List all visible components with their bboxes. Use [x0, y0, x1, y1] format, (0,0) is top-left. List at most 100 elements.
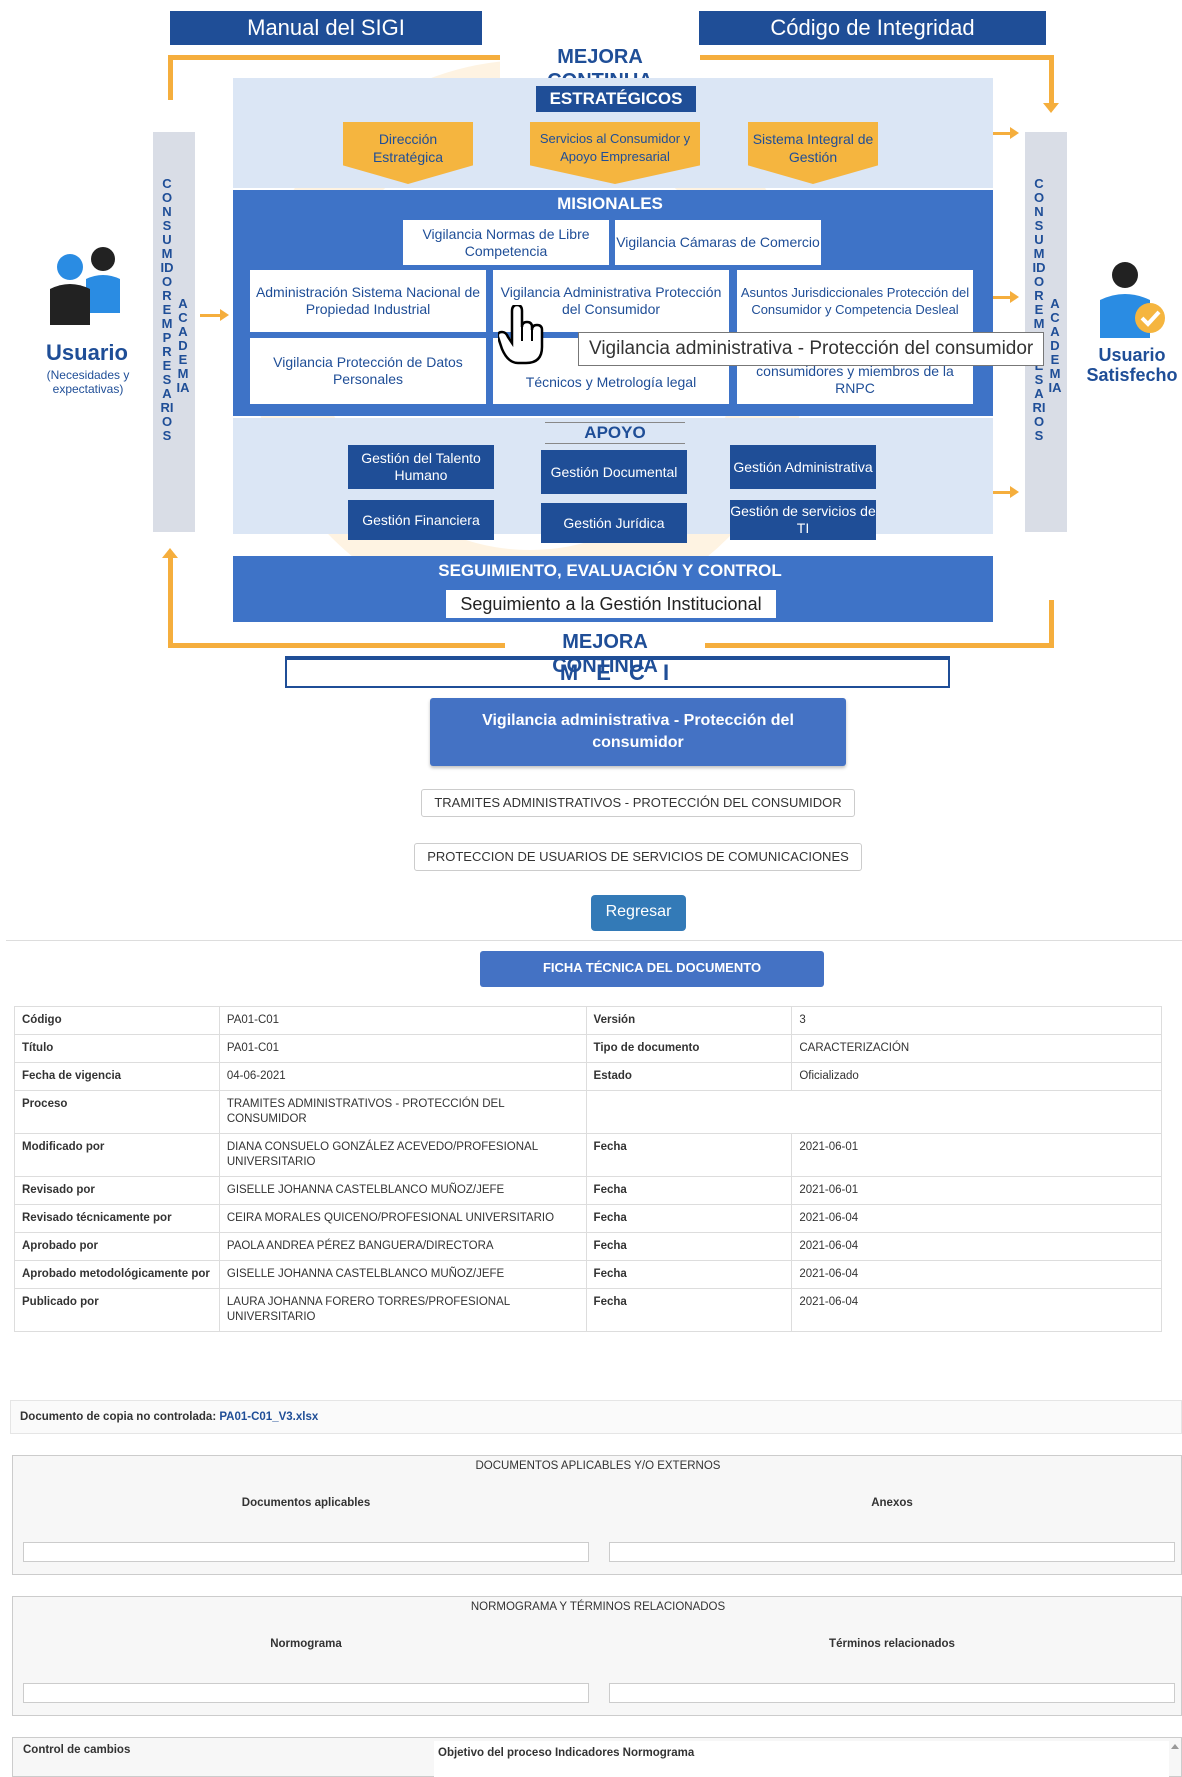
left-side-text: CONSUMIDOR EMPRESARIOS	[160, 176, 174, 443]
selected-process-button[interactable]: Vigilancia administrativa - Protección d…	[430, 698, 846, 766]
row-date: 2021-06-04	[791, 1204, 1162, 1233]
arrow-right-3	[990, 491, 1012, 494]
terminos-field[interactable]	[609, 1683, 1175, 1703]
fecha-label: Fecha	[585, 1133, 793, 1177]
arrow-right-2-head	[1010, 291, 1019, 303]
copia-download-link[interactable]: PA01-C01_V3.xlsx	[219, 1411, 318, 1423]
table-row: Aprobado por PAOLA ANDREA PÉREZ BANGUERA…	[14, 1232, 1162, 1261]
fecha-label: Fecha	[585, 1204, 793, 1233]
table-row: Revisado por GISELLE JOHANNA CASTELBLANC…	[14, 1176, 1162, 1205]
process-seguimiento-gestion[interactable]: Seguimiento a la Gestión Institucional	[446, 590, 776, 618]
row-label: Revisado técnicamente por	[14, 1204, 220, 1233]
codigo-value: PA01-C01	[218, 1006, 587, 1035]
process-servicios-ti[interactable]: Gestión de servicios de TI	[730, 500, 876, 540]
row-date: 2021-06-01	[791, 1176, 1162, 1205]
titulo-value: PA01-C01	[218, 1034, 587, 1063]
copia-label: Documento de copia no controlada:	[20, 1411, 217, 1423]
tipo-label: Tipo de documento	[585, 1034, 793, 1063]
row-label: Aprobado por	[14, 1232, 220, 1261]
ficha-tecnica-button[interactable]: FICHA TÉCNICA DEL DOCUMENTO	[480, 951, 824, 987]
scroll-up-icon[interactable]	[1171, 1744, 1179, 1749]
table-row: Modificado por DIANA CONSUELO GONZÁLEZ A…	[14, 1133, 1162, 1177]
fecha-label: Fecha	[585, 1260, 793, 1289]
estrategicos-title: ESTRATÉGICOS	[536, 86, 696, 112]
tramites-admin-button[interactable]: TRAMITES ADMINISTRATIVOS - PROTECCIÓN DE…	[421, 789, 855, 817]
table-row: Proceso TRAMITES ADMINISTRATIVOS - PROTE…	[14, 1090, 1163, 1134]
process-camaras-comercio[interactable]: Vigilancia Cámaras de Comercio	[615, 220, 821, 265]
user-left-label: Usuario	[46, 340, 128, 365]
fecha-vigencia-label: Fecha de vigencia	[14, 1062, 220, 1091]
arrow-left-in-head	[220, 309, 229, 321]
proteccion-usuarios-button[interactable]: PROTECCION DE USUARIOS DE SERVICIOS DE C…	[414, 843, 862, 871]
seguimiento-title: SEGUIMIENTO, EVALUACIÓN Y CONTROL	[438, 561, 782, 580]
process-gestion-administrativa[interactable]: Gestión Administrativa	[730, 445, 876, 489]
documentos-aplicables-field[interactable]	[23, 1542, 589, 1562]
control-tabs-text[interactable]: Objetivo del proceso Indicadores Normogr…	[434, 1741, 1169, 1777]
process-libre-competencia[interactable]: Vigilancia Normas de Libre Competencia	[403, 220, 609, 265]
estado-value: Oficializado	[791, 1062, 1162, 1091]
loop-right-arrow	[1043, 103, 1059, 113]
user-right-icon	[1100, 260, 1170, 340]
documentos-panel-title: DOCUMENTOS APLICABLES Y/O EXTERNOS	[475, 1460, 721, 1472]
loop-right-line-bottom	[1049, 600, 1054, 647]
row-value: GISELLE JOHANNA CASTELBLANCO MUÑOZ/JEFE	[218, 1260, 587, 1289]
process-gestion-documental[interactable]: Gestión Documental	[541, 450, 687, 494]
row-label: Publicado por	[14, 1288, 220, 1332]
manual-sigi-link[interactable]: Manual del SIGI	[170, 11, 482, 45]
user-left-sub: (Necesidades y expectativas)	[46, 368, 130, 396]
loop-left-line-bottom	[168, 555, 173, 647]
loop-left-arrow	[162, 548, 178, 558]
process-gestion-juridica[interactable]: Gestión Jurídica	[541, 503, 687, 543]
ficha-table: Código PA01-C01 Versión 3 Título PA01-C0…	[14, 1006, 1163, 1332]
process-datos-personales[interactable]: Vigilancia Protección de Datos Personale…	[250, 338, 486, 404]
control-cambios-label: Control de cambios	[23, 1744, 131, 1756]
version-value: 3	[791, 1006, 1162, 1035]
tipo-value: CARACTERIZACIÓN	[791, 1034, 1162, 1063]
arrow-right-3-head	[1010, 486, 1019, 498]
table-row: Revisado técnicamente por CEIRA MORALES …	[14, 1204, 1162, 1233]
table-row: Aprobado metodológicamente por GISELLE J…	[14, 1260, 1162, 1289]
row-value: LAURA JOHANNA FORERO TORRES/PROFESIONAL …	[218, 1288, 587, 1332]
row-date: 2021-06-04	[791, 1260, 1162, 1289]
right-side-text-2: ACADEMIA	[1048, 296, 1062, 395]
process-asuntos-jurisdiccionales[interactable]: Asuntos Jurisdiccionales Protección del …	[737, 270, 973, 332]
apoyo-title: APOYO	[545, 422, 685, 444]
version-label: Versión	[585, 1006, 793, 1035]
row-value: CEIRA MORALES QUICENO/PROFESIONAL UNIVER…	[218, 1204, 587, 1233]
titulo-label: Título	[14, 1034, 220, 1063]
process-tooltip: Vigilancia administrativa - Protección d…	[578, 332, 1045, 366]
table-row: Título PA01-C01 Tipo de documento CARACT…	[14, 1034, 1162, 1063]
terminos-header: Términos relacionados	[829, 1638, 955, 1650]
codigo-integridad-link[interactable]: Código de Integridad	[699, 11, 1046, 45]
regresar-button[interactable]: Regresar	[591, 895, 686, 931]
fecha-label: Fecha	[585, 1232, 793, 1261]
normograma-header: Normograma	[270, 1638, 342, 1650]
row-date: 2021-06-01	[791, 1133, 1162, 1177]
row-value: DIANA CONSUELO GONZÁLEZ ACEVEDO/PROFESIO…	[218, 1133, 587, 1177]
row-value: PAOLA ANDREA PÉREZ BANGUERA/DIRECTORA	[218, 1232, 587, 1261]
hand-cursor-icon	[496, 303, 548, 365]
proceso-label: Proceso	[14, 1090, 220, 1134]
normograma-field[interactable]	[23, 1683, 589, 1703]
table-row: Fecha de vigencia 04-06-2021 Estado Ofic…	[14, 1062, 1162, 1091]
left-side-text-2: ACADEMIA	[176, 296, 190, 395]
process-propiedad-industrial[interactable]: Administración Sistema Nacional de Propi…	[250, 270, 486, 332]
documentos-aplicables-header: Documentos aplicables	[241, 1497, 371, 1509]
misionales-title: MISIONALES	[557, 194, 663, 213]
empty-cell	[585, 1090, 1163, 1134]
anexos-field[interactable]	[609, 1542, 1175, 1562]
user-left-icon	[48, 245, 128, 325]
arrow-right-1	[990, 132, 1012, 135]
meci-bar[interactable]: M E C I	[285, 656, 950, 688]
fecha-label: Fecha	[585, 1176, 793, 1205]
loop-right-line-top	[1049, 55, 1054, 105]
row-label: Modificado por	[14, 1133, 220, 1177]
left-side-column: CONSUMIDOR EMPRESARIOS ACADEMIA	[153, 132, 195, 532]
user-right-label: Usuario Satisfecho	[1086, 345, 1178, 385]
right-side-text: CONSUMIDOR EMPRESARIOS	[1032, 176, 1046, 443]
process-gestion-financiera[interactable]: Gestión Financiera	[348, 500, 494, 540]
table-row: Publicado por LAURA JOHANNA FORERO TORRE…	[14, 1288, 1162, 1332]
anexos-header: Anexos	[871, 1497, 913, 1509]
process-talento-humano[interactable]: Gestión del Talento Humano	[348, 445, 494, 489]
row-date: 2021-06-04	[791, 1232, 1162, 1261]
